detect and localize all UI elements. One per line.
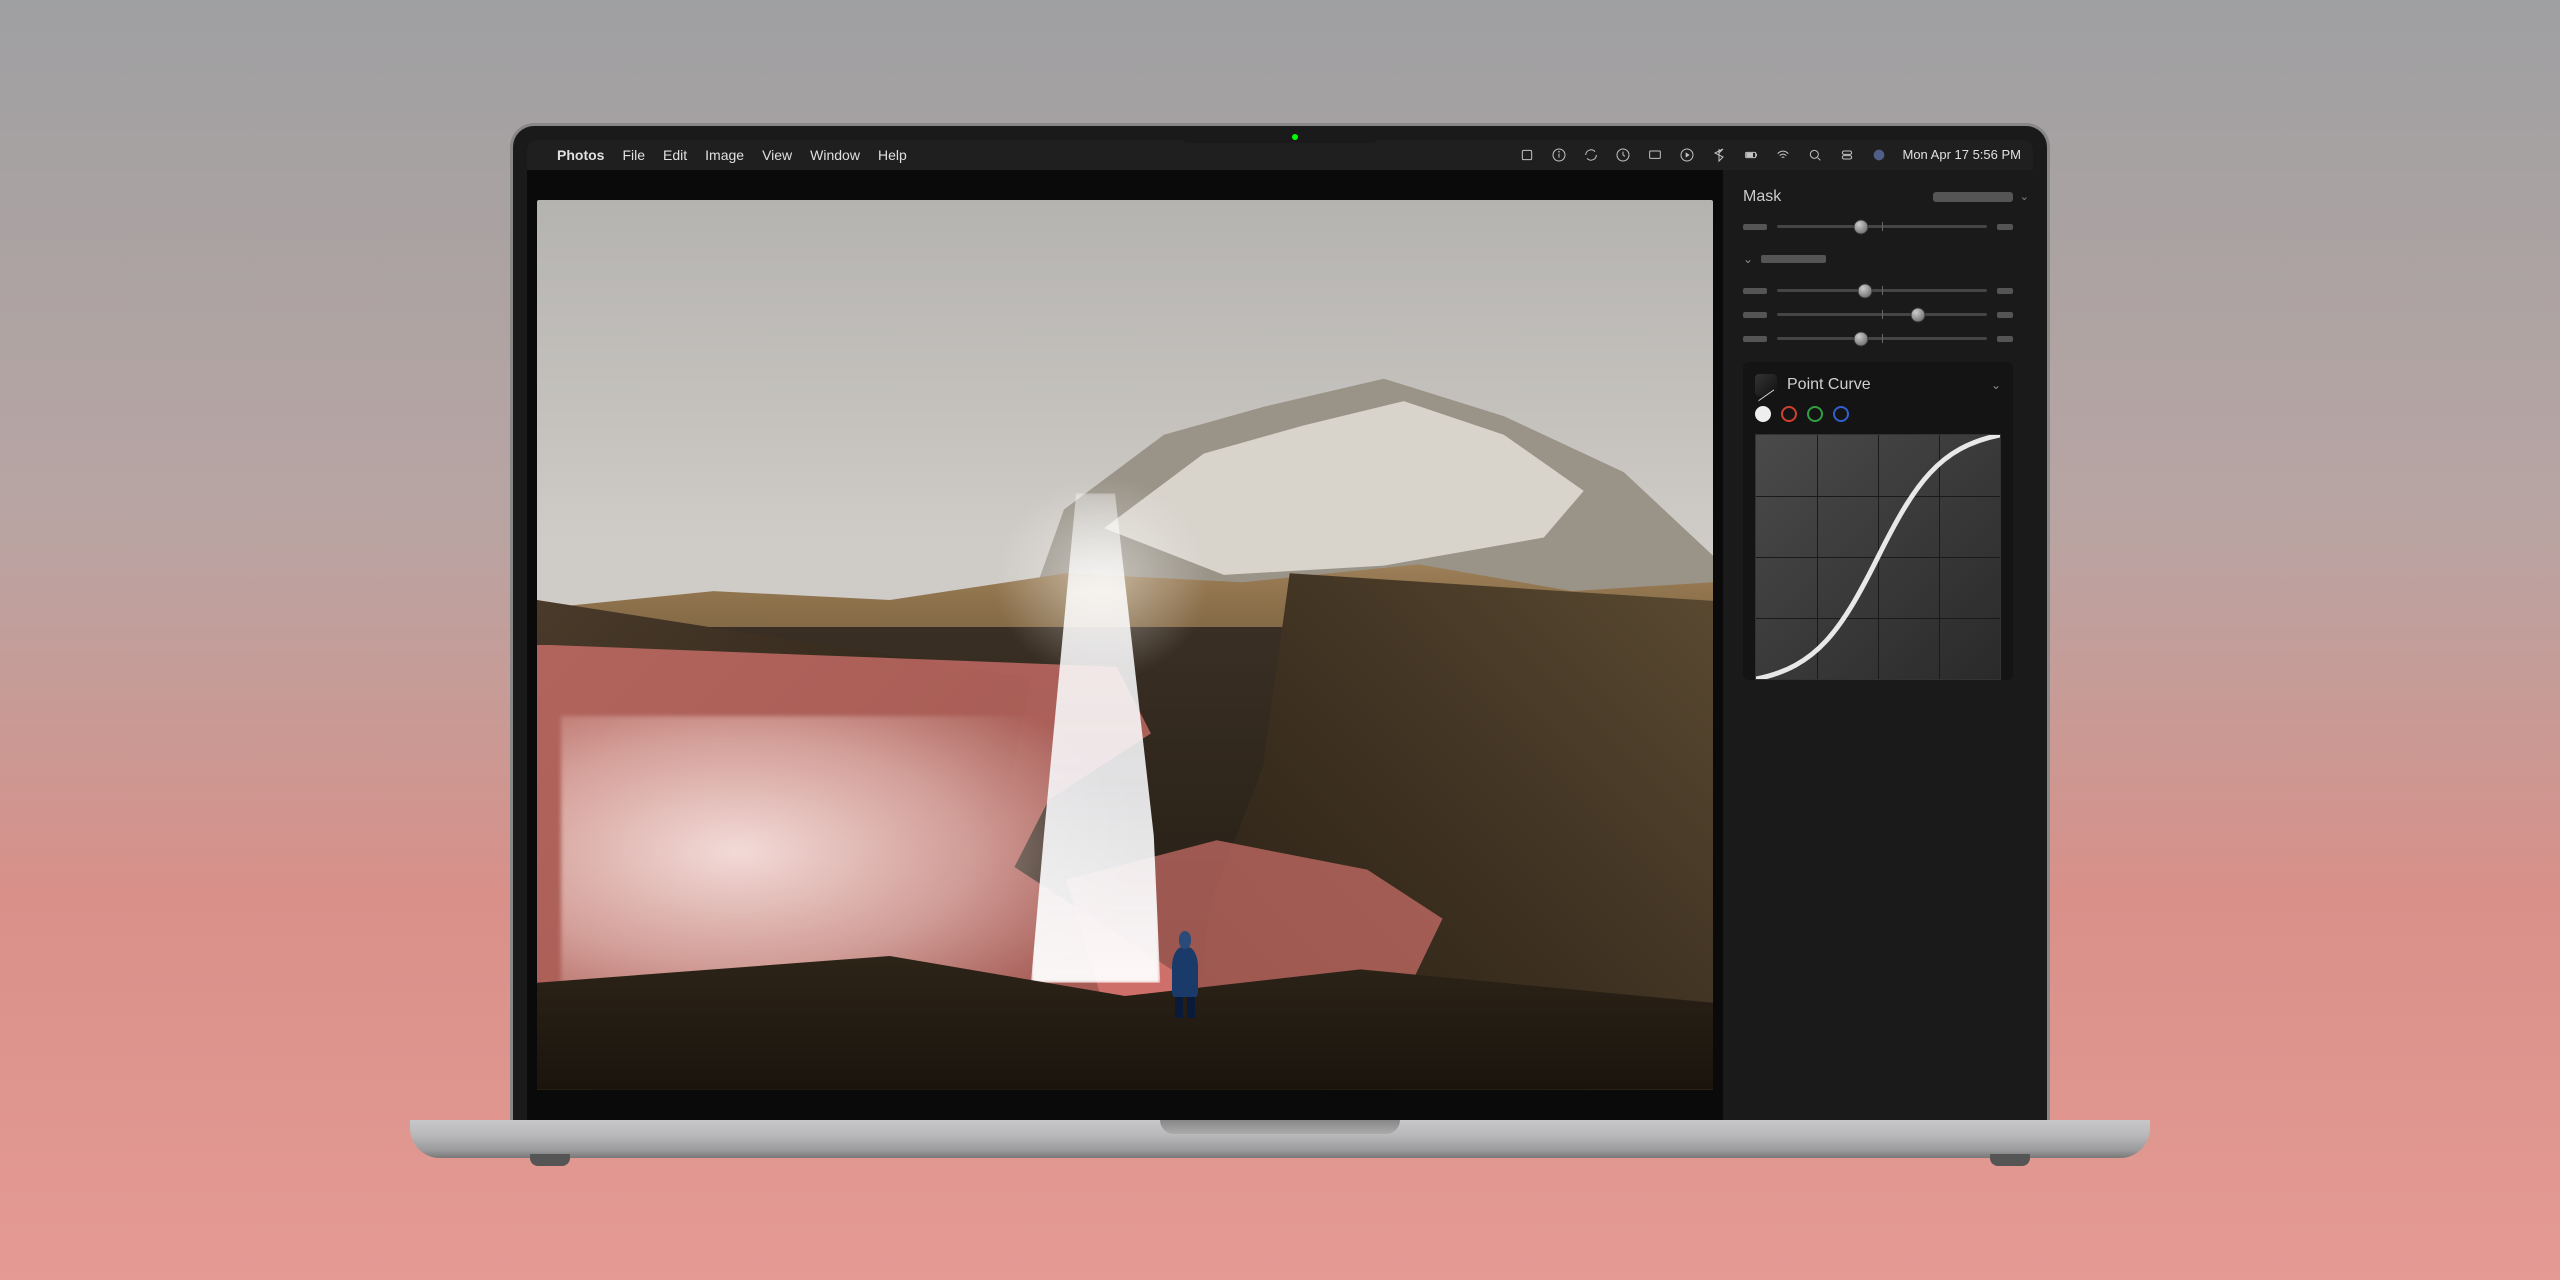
menu-window[interactable]: Window xyxy=(810,147,860,163)
slider-thumb[interactable] xyxy=(1858,283,1873,298)
curve-title: Point Curve xyxy=(1787,376,1981,394)
laptop-foot xyxy=(530,1154,570,1166)
search-icon[interactable] xyxy=(1806,146,1824,164)
slider-thumb[interactable] xyxy=(1854,219,1869,234)
slider-value-placeholder xyxy=(1997,288,2013,294)
app-status-icon[interactable] xyxy=(1518,146,1536,164)
laptop-hinge-cutout xyxy=(1160,1120,1400,1134)
tone-curve[interactable] xyxy=(1756,435,2000,679)
slider-label-placeholder xyxy=(1743,312,1767,318)
camera-active-indicator xyxy=(1292,134,1298,140)
channel-green[interactable] xyxy=(1807,406,1823,422)
slider-track[interactable] xyxy=(1777,313,1987,316)
curve-editor[interactable] xyxy=(1755,434,2001,680)
slider-track[interactable] xyxy=(1777,289,1987,292)
chevron-down-icon[interactable]: ⌄ xyxy=(1991,378,2001,392)
menubar-left: Photos File Edit Image View Window Help xyxy=(539,147,907,163)
curve-channel-selector xyxy=(1755,406,2001,422)
channel-luminance[interactable] xyxy=(1755,406,1771,422)
menu-help[interactable]: Help xyxy=(878,147,907,163)
timemachine-icon[interactable] xyxy=(1614,146,1632,164)
point-curve-panel: Point Curve ⌄ xyxy=(1743,362,2013,680)
photo-canvas[interactable] xyxy=(527,170,1723,1120)
wifi-icon[interactable] xyxy=(1774,146,1792,164)
menu-edit[interactable]: Edit xyxy=(663,147,687,163)
control-center-icon[interactable] xyxy=(1838,146,1856,164)
slider-label-placeholder xyxy=(1743,336,1767,342)
edited-photo xyxy=(537,200,1713,1090)
channel-blue[interactable] xyxy=(1833,406,1849,422)
bluetooth-icon[interactable] xyxy=(1710,146,1728,164)
slider-3 xyxy=(1743,312,2013,318)
mask-dropdown[interactable]: ⌄ xyxy=(1933,192,2013,202)
adjustments-sidebar: Mask ⌄ ⌄ xyxy=(1723,170,2033,1120)
slider-4 xyxy=(1743,336,2013,342)
display-notch xyxy=(1180,129,1380,143)
laptop-foot xyxy=(1990,1154,2030,1166)
slider-label-placeholder xyxy=(1743,288,1767,294)
mask-section-header: Mask ⌄ xyxy=(1743,188,2013,206)
chevron-down-icon: ⌄ xyxy=(1743,252,1753,266)
info-icon[interactable] xyxy=(1550,146,1568,164)
menubar-status: Mon Apr 17 5:56 PM xyxy=(1518,146,2021,164)
slider-track[interactable] xyxy=(1777,225,1987,228)
slider-label-placeholder xyxy=(1743,224,1767,230)
curve-icon xyxy=(1755,374,1777,396)
chevron-down-icon: ⌄ xyxy=(2020,190,2029,203)
menubar: Photos File Edit Image View Window Help xyxy=(527,140,2033,170)
slider-1 xyxy=(1743,224,2013,230)
slider-2 xyxy=(1743,288,2013,294)
channel-red[interactable] xyxy=(1781,406,1797,422)
app-menu[interactable]: Photos xyxy=(557,147,604,163)
slider-value-placeholder xyxy=(1997,312,2013,318)
slider-track[interactable] xyxy=(1777,337,1987,340)
laptop-base xyxy=(410,1120,2150,1158)
screen: Photos File Edit Image View Window Help xyxy=(527,140,2033,1120)
curve-header: Point Curve ⌄ xyxy=(1755,374,2001,396)
laptop-mockup: Photos File Edit Image View Window Help xyxy=(510,123,2050,1158)
slider-thumb[interactable] xyxy=(1910,307,1925,322)
photo-person xyxy=(1172,929,1198,1000)
display-icon[interactable] xyxy=(1646,146,1664,164)
subsection-label-placeholder xyxy=(1761,255,1826,263)
menu-image[interactable]: Image xyxy=(705,147,744,163)
menu-view[interactable]: View xyxy=(762,147,792,163)
menu-file[interactable]: File xyxy=(622,147,645,163)
menubar-datetime[interactable]: Mon Apr 17 5:56 PM xyxy=(1902,147,2021,162)
battery-icon[interactable] xyxy=(1742,146,1760,164)
app-body: Mask ⌄ ⌄ xyxy=(527,170,2033,1120)
screen-bezel: Photos File Edit Image View Window Help xyxy=(510,123,2050,1120)
play-icon[interactable] xyxy=(1678,146,1696,164)
sync-icon[interactable] xyxy=(1582,146,1600,164)
slider-thumb[interactable] xyxy=(1854,331,1869,346)
mask-label: Mask xyxy=(1743,188,1781,206)
siri-icon[interactable] xyxy=(1870,146,1888,164)
slider-value-placeholder xyxy=(1997,224,2013,230)
slider-value-placeholder xyxy=(1997,336,2013,342)
subsection-toggle[interactable]: ⌄ xyxy=(1743,252,2013,266)
